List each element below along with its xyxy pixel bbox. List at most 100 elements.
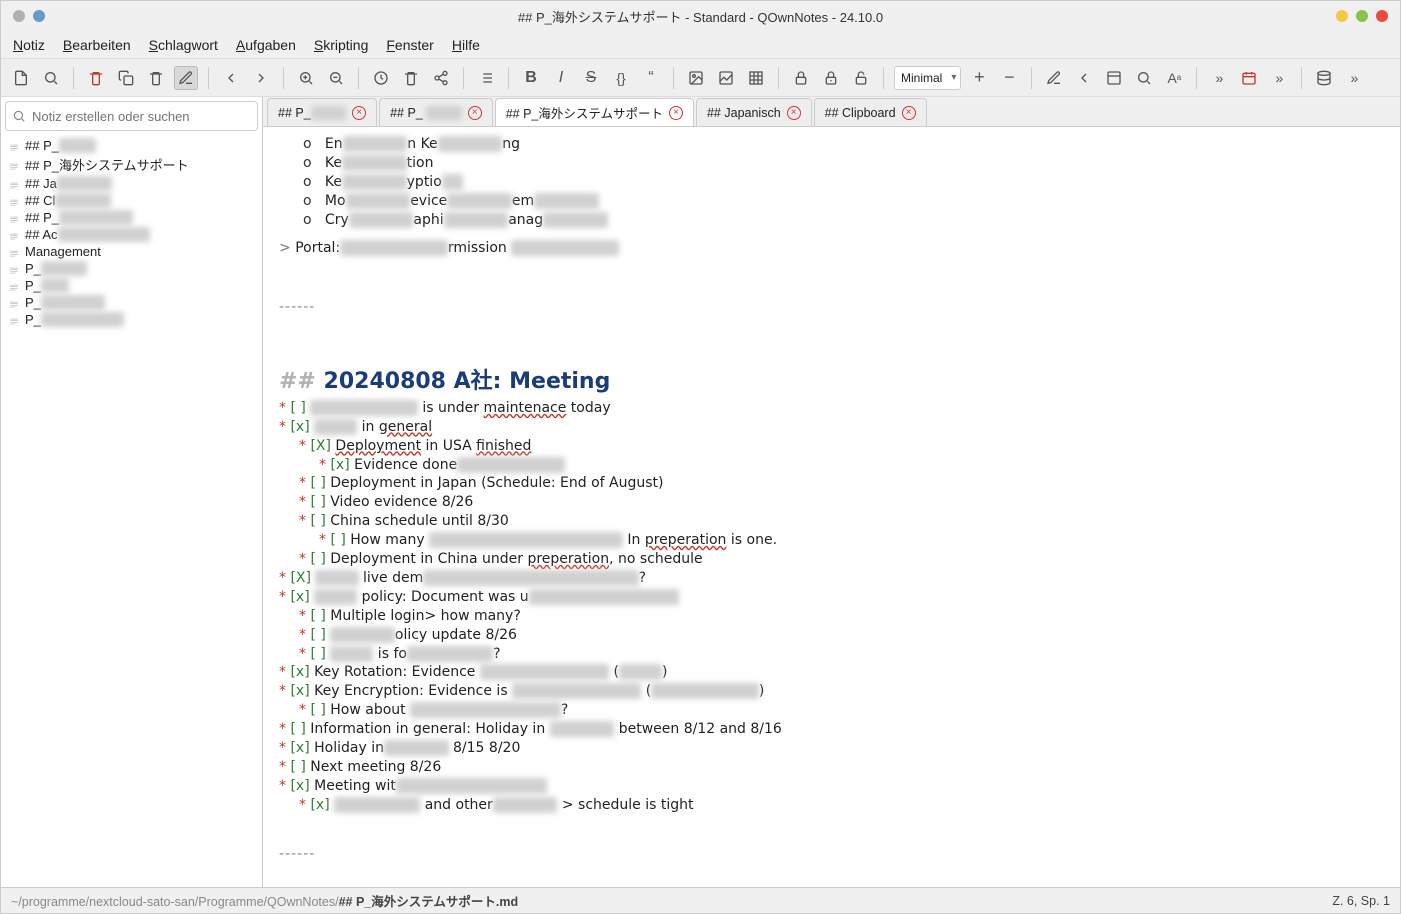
lens-icon[interactable]: [1132, 66, 1156, 90]
note-item[interactable]: ## Cl██████: [1, 192, 262, 209]
tab-label: ## P_海外システムサポート: [506, 103, 663, 122]
code-open-icon[interactable]: [1072, 66, 1096, 90]
image-icon[interactable]: [684, 66, 708, 90]
plus-icon[interactable]: +: [967, 66, 991, 90]
menu-tag[interactable]: Schlagwort: [149, 37, 218, 53]
menu-help[interactable]: Hilfe: [452, 37, 480, 53]
close-icon[interactable]: ×: [352, 106, 366, 120]
menu-edit[interactable]: Bearbeiten: [63, 37, 131, 53]
highlight-icon[interactable]: [1042, 66, 1066, 90]
note-item[interactable]: ## Ac██████████: [1, 226, 262, 243]
editor[interactable]: En██████n Ke██████ngKe██████tionKe██████…: [263, 127, 1400, 887]
window-minimize[interactable]: [1336, 10, 1348, 22]
overflow2-icon[interactable]: »: [1267, 66, 1291, 90]
note-item[interactable]: P_███████: [1, 294, 262, 311]
app-window: ## P_海外システムサポート - Standard - QOwnNotes -…: [0, 0, 1401, 914]
share-icon[interactable]: [429, 66, 453, 90]
calendar-icon[interactable]: [1237, 66, 1261, 90]
menu-window[interactable]: Fenster: [386, 37, 433, 53]
overflow3-icon[interactable]: »: [1342, 66, 1366, 90]
note-list: ## P_████## P_海外システムサポート## Ja██████## Cl…: [1, 135, 262, 887]
code-icon[interactable]: {}: [609, 66, 633, 90]
note-item[interactable]: ## P_海外システムサポート: [1, 154, 262, 175]
toolbar-separator: [673, 67, 674, 89]
close-icon[interactable]: ×: [902, 106, 916, 120]
window-close[interactable]: [1376, 10, 1388, 22]
bold-icon[interactable]: B: [519, 66, 543, 90]
statusbar-position: Z. 6, Sp. 1: [1332, 894, 1390, 908]
text-icon[interactable]: Aa: [1162, 66, 1186, 90]
note-item[interactable]: ## P_████: [1, 137, 262, 154]
new-note-icon[interactable]: [9, 66, 33, 90]
search-input[interactable]: [32, 109, 251, 124]
titlebar-dots-right: [1336, 10, 1388, 22]
back-icon[interactable]: [219, 66, 243, 90]
sidebar: ## P_████## P_海外システムサポート## Ja██████## Cl…: [1, 97, 263, 887]
strikethrough-icon[interactable]: S: [579, 66, 603, 90]
window-dot[interactable]: [13, 10, 25, 22]
search-input-wrapper[interactable]: [5, 101, 258, 131]
toolbar-separator: [208, 67, 209, 89]
toolbar-separator: [283, 67, 284, 89]
close-icon[interactable]: ×: [468, 106, 482, 120]
toolbar-separator: [1196, 67, 1197, 89]
note-item[interactable]: ## P_████████: [1, 209, 262, 226]
menu-tasks[interactable]: Aufgaben: [236, 37, 296, 53]
statusbar: ~/programme/nextcloud-sato-san/Programme…: [1, 887, 1400, 913]
overflow-icon[interactable]: »: [1207, 66, 1231, 90]
tab[interactable]: ## Clipboard×: [814, 98, 927, 126]
copy-icon[interactable]: [114, 66, 138, 90]
tabs: ## P_████×## P_ ████×## P_海外システムサポート×## …: [263, 97, 1400, 127]
note-item[interactable]: ## Ja██████: [1, 175, 262, 192]
tab-label: ## P_ ████: [390, 106, 462, 120]
lock-icon[interactable]: [789, 66, 813, 90]
close-icon[interactable]: ×: [669, 106, 683, 120]
main-panel: ## P_████×## P_ ████×## P_海外システムサポート×## …: [263, 97, 1400, 887]
delete-icon[interactable]: [144, 66, 168, 90]
note-item[interactable]: P_█████████: [1, 311, 262, 328]
table-icon[interactable]: [744, 66, 768, 90]
menu-scripting[interactable]: Skripting: [314, 37, 368, 53]
zoom-out-icon[interactable]: [324, 66, 348, 90]
menubar: Notiz Bearbeiten Schlagwort Aufgaben Skr…: [1, 31, 1400, 59]
titlebar: ## P_海外システムサポート - Standard - QOwnNotes -…: [1, 1, 1400, 31]
note-item[interactable]: Management: [1, 243, 262, 260]
tab-label: ## P_████: [278, 106, 346, 120]
italic-icon[interactable]: I: [549, 66, 573, 90]
search-icon: [12, 109, 26, 123]
tab[interactable]: ## Japanisch×: [696, 98, 812, 126]
note-item[interactable]: P_███: [1, 277, 262, 294]
forward-icon[interactable]: [249, 66, 273, 90]
toolbar: B I S {} “ Minimal + − Aa » » »: [1, 59, 1400, 97]
toolbar-separator: [508, 67, 509, 89]
pencil-icon[interactable]: [174, 66, 198, 90]
zoom-in-icon[interactable]: [294, 66, 318, 90]
search-icon[interactable]: [39, 66, 63, 90]
database-icon[interactable]: [1312, 66, 1336, 90]
quote-icon[interactable]: “: [639, 66, 663, 90]
note-item[interactable]: P_█████: [1, 260, 262, 277]
trash-history-icon[interactable]: [399, 66, 423, 90]
toolbar-separator: [778, 67, 779, 89]
lock-edit-icon[interactable]: [819, 66, 843, 90]
menu-note[interactable]: Notiz: [13, 37, 45, 53]
toolbar-separator: [883, 67, 884, 89]
window-title: ## P_海外システムサポート - Standard - QOwnNotes -…: [518, 7, 883, 26]
minus-icon[interactable]: −: [997, 66, 1021, 90]
tab[interactable]: ## P_海外システムサポート ×: [495, 98, 694, 126]
toolbar-separator: [73, 67, 74, 89]
trash-icon[interactable]: [84, 66, 108, 90]
unlock-icon[interactable]: [849, 66, 873, 90]
titlebar-dots-left: [13, 10, 45, 22]
history-icon[interactable]: [369, 66, 393, 90]
close-icon[interactable]: ×: [787, 106, 801, 120]
window-icon[interactable]: [1102, 66, 1126, 90]
tab[interactable]: ## P_████ ×: [267, 98, 377, 126]
toolbar-separator: [358, 67, 359, 89]
list-icon[interactable]: [474, 66, 498, 90]
tab[interactable]: ## P_ ████ ×: [379, 98, 493, 126]
window-maximize[interactable]: [1356, 10, 1368, 22]
window-dot[interactable]: [33, 10, 45, 22]
font-select[interactable]: Minimal: [894, 66, 961, 90]
picture-icon[interactable]: [714, 66, 738, 90]
